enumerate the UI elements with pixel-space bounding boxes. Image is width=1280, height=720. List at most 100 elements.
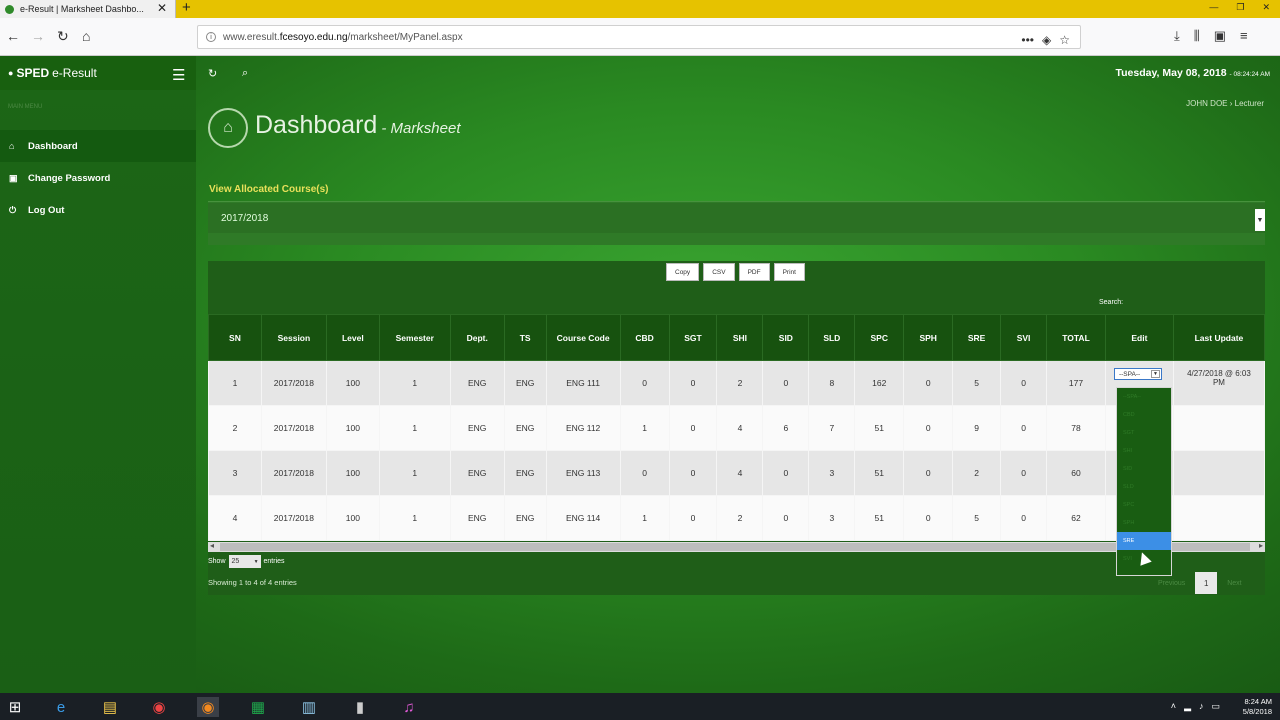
url-path: /marksheet/MyPanel.aspx	[347, 31, 463, 43]
cell: 60	[1046, 450, 1106, 496]
media-app-icon[interactable]: ▮	[349, 697, 371, 717]
scroll-left-icon[interactable]: ◂	[210, 541, 214, 550]
pdf-button[interactable]: PDF	[738, 263, 770, 281]
reload-icon[interactable]: ↻	[57, 28, 69, 45]
col-sld[interactable]: SLD	[808, 314, 856, 361]
itunes-icon[interactable]: ♫	[398, 697, 420, 717]
notepad-icon[interactable]: ▥	[298, 697, 320, 717]
dropdown-option[interactable]: SHI	[1117, 442, 1171, 460]
home-icon[interactable]: ⌂	[82, 28, 90, 44]
col-level[interactable]: Level	[325, 314, 380, 361]
browser-tab[interactable]: e-Result | Marksheet Dashbo... ✕	[0, 0, 176, 18]
cell: 3	[808, 495, 856, 541]
refresh-icon[interactable]: ↻	[208, 67, 217, 80]
back-icon[interactable]: ←	[6, 28, 20, 44]
col-semester[interactable]: Semester	[378, 314, 451, 361]
col-dept[interactable]: Dept.	[449, 314, 505, 361]
library-icon[interactable]: ⫼	[1194, 28, 1200, 44]
last-update-cell	[1172, 450, 1266, 496]
time-text: - 08:24:24 AM	[1229, 71, 1270, 78]
address-bar[interactable]: i www.eresult. fcesoyo.edu.ng/marksheet/M…	[197, 25, 1081, 49]
firefox-icon[interactable]: ◉	[197, 697, 219, 717]
start-icon[interactable]: ⊞	[4, 697, 26, 717]
col-sid[interactable]: SID	[762, 314, 810, 361]
cell: 100	[325, 360, 380, 406]
cell: 51	[854, 495, 905, 541]
sidebar-item-log-out[interactable]: ⏻ Log Out	[0, 194, 196, 226]
col-total[interactable]: TOTAL	[1046, 314, 1106, 361]
pager-page-1[interactable]: 1	[1195, 572, 1218, 594]
tray-chevron-icon[interactable]: ˄	[1171, 701, 1176, 712]
file-explorer-icon[interactable]: ▤	[99, 697, 121, 717]
excel-icon[interactable]: ▦	[247, 697, 269, 717]
horizontal-scrollbar[interactable]: ◂ ▸	[208, 541, 1265, 552]
cell: 0	[668, 405, 718, 451]
col-sn[interactable]: SN	[208, 314, 262, 361]
page-actions-icon[interactable]: •••	[1021, 33, 1034, 47]
chrome-icon[interactable]: ◉	[148, 697, 170, 717]
dropdown-option[interactable]: SLD	[1117, 478, 1171, 496]
chevron-down-icon[interactable]: ▼	[1150, 370, 1160, 378]
cell: 0	[903, 495, 954, 541]
search-icon[interactable]: ⌕	[242, 67, 248, 80]
cell: 1	[208, 360, 262, 406]
maximize-icon[interactable]: ❐	[1236, 0, 1244, 14]
dropdown-option[interactable]: SGT	[1117, 424, 1171, 442]
print-button[interactable]: Print	[773, 263, 805, 281]
cell: 2	[716, 360, 764, 406]
network-icon[interactable]: ▂	[1184, 701, 1191, 712]
scroll-right-icon[interactable]: ▸	[1259, 541, 1263, 550]
col-shi[interactable]: SHI	[716, 314, 764, 361]
sidebar-toggle-icon[interactable]: ▣	[1214, 28, 1226, 44]
cell: 100	[325, 405, 380, 451]
col-spc[interactable]: SPC	[854, 314, 905, 361]
tab-close-icon[interactable]: ✕	[157, 1, 167, 15]
copy-button[interactable]: Copy	[666, 263, 700, 281]
search-label: Search:	[1099, 299, 1124, 306]
dropdown-option[interactable]: SPC	[1117, 496, 1171, 514]
minimize-icon[interactable]: —	[1209, 0, 1218, 14]
dropdown-option-highlighted[interactable]: SRE	[1117, 532, 1171, 550]
sidebar-item-change-password[interactable]: ▣ Change Password	[0, 162, 196, 194]
breadcrumb-user[interactable]: JOHN DOE	[1186, 99, 1227, 108]
col-sgt[interactable]: SGT	[668, 314, 718, 361]
power-tray-icon[interactable]: ▭	[1211, 701, 1220, 712]
close-window-icon[interactable]: ✕	[1262, 0, 1270, 14]
bookmark-star-icon[interactable]: ☆	[1059, 33, 1070, 47]
scrollbar-thumb[interactable]	[220, 543, 1250, 551]
taskbar-clock[interactable]: 8:24 AM 5/8/2018	[1243, 697, 1272, 717]
col-sre[interactable]: SRE	[952, 314, 1002, 361]
pager-next[interactable]: Next	[1227, 580, 1241, 587]
entries-select[interactable]: 25 ▼	[228, 555, 261, 568]
ie-browser-icon[interactable]: e	[50, 697, 72, 717]
nav-header: MAIN MENU	[8, 104, 43, 110]
menu-icon[interactable]: ≡	[1240, 28, 1248, 44]
col-session[interactable]: Session	[260, 314, 327, 361]
col-edit[interactable]: Edit	[1104, 314, 1174, 361]
dropdown-option[interactable]: SID	[1117, 460, 1171, 478]
col-ts[interactable]: TS	[503, 314, 547, 361]
volume-icon[interactable]: ♪	[1199, 701, 1204, 712]
new-tab-button[interactable]: +	[182, 0, 191, 16]
pocket-icon[interactable]: ◈	[1042, 33, 1051, 47]
col-sph[interactable]: SPH	[903, 314, 954, 361]
dropdown-option[interactable]: --SPA--	[1117, 388, 1171, 406]
csv-button[interactable]: CSV	[703, 263, 735, 281]
col-cbd[interactable]: CBD	[619, 314, 670, 361]
edit-dropdown-list[interactable]: --SPA-- CBD SGT SHI SID SLD SPC SPH SRE …	[1116, 387, 1172, 576]
hamburger-icon[interactable]: ☰	[172, 66, 185, 84]
sidebar-item-dashboard[interactable]: ⌂ Dashboard	[0, 130, 196, 162]
cell: ENG	[449, 495, 505, 541]
forward-icon[interactable]: →	[31, 28, 45, 44]
edit-field-select[interactable]: --SPA-- ▼	[1113, 368, 1162, 380]
chevron-down-icon[interactable]: ▼	[1255, 209, 1265, 231]
col-last-update[interactable]: Last Update	[1172, 314, 1266, 361]
session-select[interactable]: 2017/2018 ▼	[208, 203, 1265, 233]
pager-previous[interactable]: Previous	[1158, 580, 1185, 587]
dropdown-option[interactable]: CBD	[1117, 406, 1171, 424]
dropdown-option[interactable]: SPH	[1117, 514, 1171, 532]
col-course-code[interactable]: Course Code	[545, 314, 621, 361]
site-info-icon[interactable]: i	[206, 32, 216, 42]
col-svi[interactable]: SVI	[1000, 314, 1048, 361]
download-icon[interactable]: ⤓	[1174, 28, 1180, 44]
